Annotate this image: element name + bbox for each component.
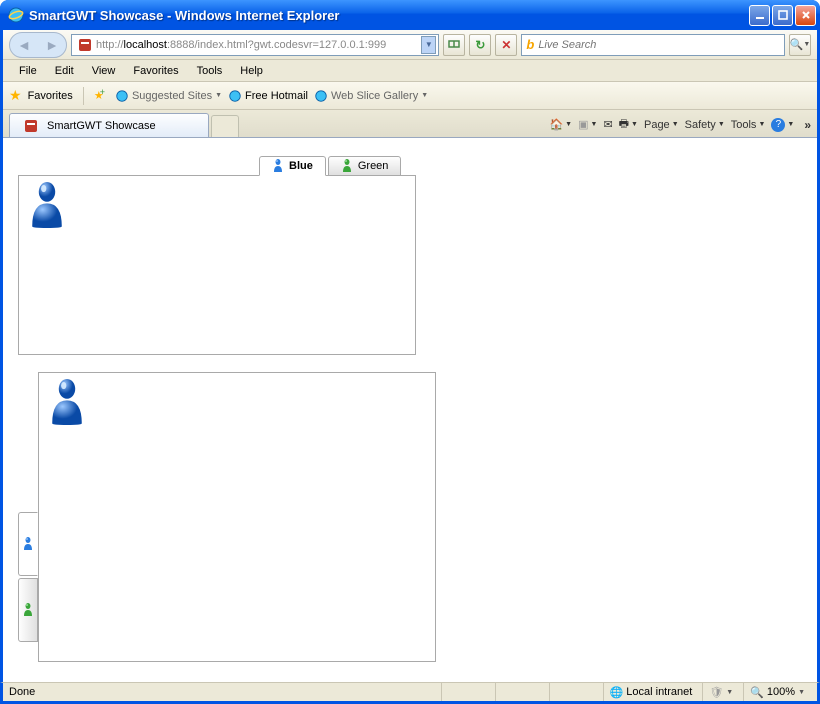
- status-pane-empty: [495, 683, 545, 701]
- shield-icon: 🛡: [709, 686, 723, 699]
- search-go-button[interactable]: 🔍▼: [789, 34, 811, 56]
- tab-label: Blue: [289, 160, 313, 172]
- home-icon: 🏠: [549, 118, 563, 131]
- close-button[interactable]: [795, 5, 816, 26]
- menu-bar: File Edit View Favorites Tools Help: [3, 60, 817, 82]
- url-text: http://localhost:8888/index.html?gwt.cod…: [96, 39, 421, 51]
- compat-icon: [447, 38, 461, 52]
- address-bar[interactable]: http://localhost:8888/index.html?gwt.cod…: [71, 34, 439, 56]
- overflow-button[interactable]: »: [804, 118, 811, 132]
- nav-toolbar: ◄ ► http://localhost:8888/index.html?gwt…: [3, 30, 817, 60]
- tab-label: Green: [358, 160, 389, 172]
- page-favicon-icon: [77, 37, 93, 53]
- blue-pawn-icon: [272, 159, 284, 173]
- web-slice-link[interactable]: Web Slice Gallery▼: [314, 89, 428, 103]
- print-button[interactable]: 🖶▼: [619, 115, 638, 134]
- back-icon: ◄: [17, 37, 31, 53]
- ie-mini-icon: [115, 89, 129, 103]
- star-icon: ★: [9, 87, 22, 104]
- menu-view[interactable]: View: [84, 63, 124, 79]
- blue-pawn-icon: [22, 537, 34, 551]
- add-favorite-icon[interactable]: ★+: [94, 89, 109, 102]
- nav-back-forward[interactable]: ◄ ►: [9, 32, 67, 58]
- status-bar: Done 🌐 Local intranet 🛡▼ 🔍 100% ▼: [0, 682, 820, 704]
- tab-bar-top: Blue Green: [259, 156, 416, 176]
- help-icon: ?: [771, 118, 785, 132]
- ie-mini-icon: [314, 89, 328, 103]
- tab-green-left[interactable]: [18, 578, 38, 642]
- window-title: SmartGWT Showcase - Windows Internet Exp…: [29, 8, 749, 23]
- titlebar: SmartGWT Showcase - Windows Internet Exp…: [0, 0, 820, 30]
- magnifier-icon: 🔍: [790, 38, 804, 51]
- home-button[interactable]: 🏠▼: [549, 118, 572, 131]
- tab-blue-left[interactable]: [18, 512, 38, 576]
- zoom-control[interactable]: 🔍 100% ▼: [743, 683, 811, 701]
- ie-mini-icon: [228, 89, 242, 103]
- mail-button[interactable]: ✉: [603, 118, 612, 131]
- refresh-icon: ↻: [475, 38, 485, 52]
- browser-tab-bar: SmartGWT Showcase 🏠▼ ▣▼ ✉ 🖶▼ Page▼ Safet…: [3, 110, 817, 138]
- menu-edit[interactable]: Edit: [47, 63, 82, 79]
- new-tab-button[interactable]: [211, 115, 239, 137]
- rss-icon: ▣: [578, 118, 588, 131]
- security-zone[interactable]: 🌐 Local intranet: [603, 683, 699, 701]
- refresh-button[interactable]: ↻: [469, 34, 491, 56]
- safety-menu[interactable]: Safety▼: [685, 119, 725, 131]
- feeds-button[interactable]: ▣▼: [578, 118, 597, 131]
- blue-pawn-large-icon: [27, 182, 67, 228]
- menu-tools[interactable]: Tools: [189, 63, 231, 79]
- print-icon: 🖶: [619, 115, 629, 134]
- tab-favicon-icon: [23, 118, 39, 134]
- blue-pawn-large-icon: [47, 379, 87, 425]
- zoom-value: 100%: [767, 686, 795, 698]
- stop-icon: ✕: [501, 38, 511, 52]
- status-pane-empty: [549, 683, 599, 701]
- maximize-button[interactable]: [772, 5, 793, 26]
- bing-icon: b: [526, 37, 534, 52]
- mail-icon: ✉: [603, 118, 612, 131]
- minimize-button[interactable]: [749, 5, 770, 26]
- tab-bar-left: [18, 512, 39, 662]
- zone-label: Local intranet: [626, 686, 692, 698]
- status-pane-empty: [441, 683, 491, 701]
- menu-help[interactable]: Help: [232, 63, 271, 79]
- tools-menu[interactable]: Tools▼: [731, 119, 766, 131]
- favorites-label[interactable]: Favorites: [28, 90, 73, 102]
- stop-button[interactable]: ✕: [495, 34, 517, 56]
- status-text: Done: [9, 686, 441, 698]
- search-input[interactable]: [538, 39, 780, 51]
- search-box[interactable]: b: [521, 34, 785, 56]
- address-dropdown[interactable]: ▼: [421, 36, 436, 54]
- browser-tab-current[interactable]: SmartGWT Showcase: [9, 113, 209, 137]
- suggested-sites-link[interactable]: Suggested Sites▼: [115, 89, 222, 103]
- compat-button[interactable]: [443, 34, 465, 56]
- green-pawn-icon: [341, 159, 353, 173]
- page-menu[interactable]: Page▼: [644, 119, 679, 131]
- tab-pane-top: [18, 175, 416, 355]
- tab-blue-top[interactable]: Blue: [259, 156, 326, 176]
- zoom-icon: 🔍: [750, 686, 764, 699]
- tab-pane-left: [38, 372, 436, 662]
- page-content: Blue Green: [0, 138, 820, 682]
- menu-file[interactable]: File: [11, 63, 45, 79]
- green-pawn-icon: [22, 603, 34, 617]
- free-hotmail-link[interactable]: Free Hotmail: [228, 89, 308, 103]
- favorites-bar: ★ Favorites ★+ Suggested Sites▼ Free Hot…: [3, 82, 817, 110]
- globe-icon: 🌐: [610, 686, 624, 699]
- browser-tab-label: SmartGWT Showcase: [47, 120, 156, 132]
- help-button[interactable]: ?▼: [771, 118, 794, 132]
- forward-icon: ►: [45, 37, 59, 53]
- tab-green-top[interactable]: Green: [328, 156, 402, 176]
- menu-favorites[interactable]: Favorites: [125, 63, 186, 79]
- tabset-left: [18, 372, 436, 662]
- tabset-top: Blue Green: [18, 156, 416, 355]
- protected-mode[interactable]: 🛡▼: [702, 683, 739, 701]
- ie-logo-icon: [8, 7, 24, 23]
